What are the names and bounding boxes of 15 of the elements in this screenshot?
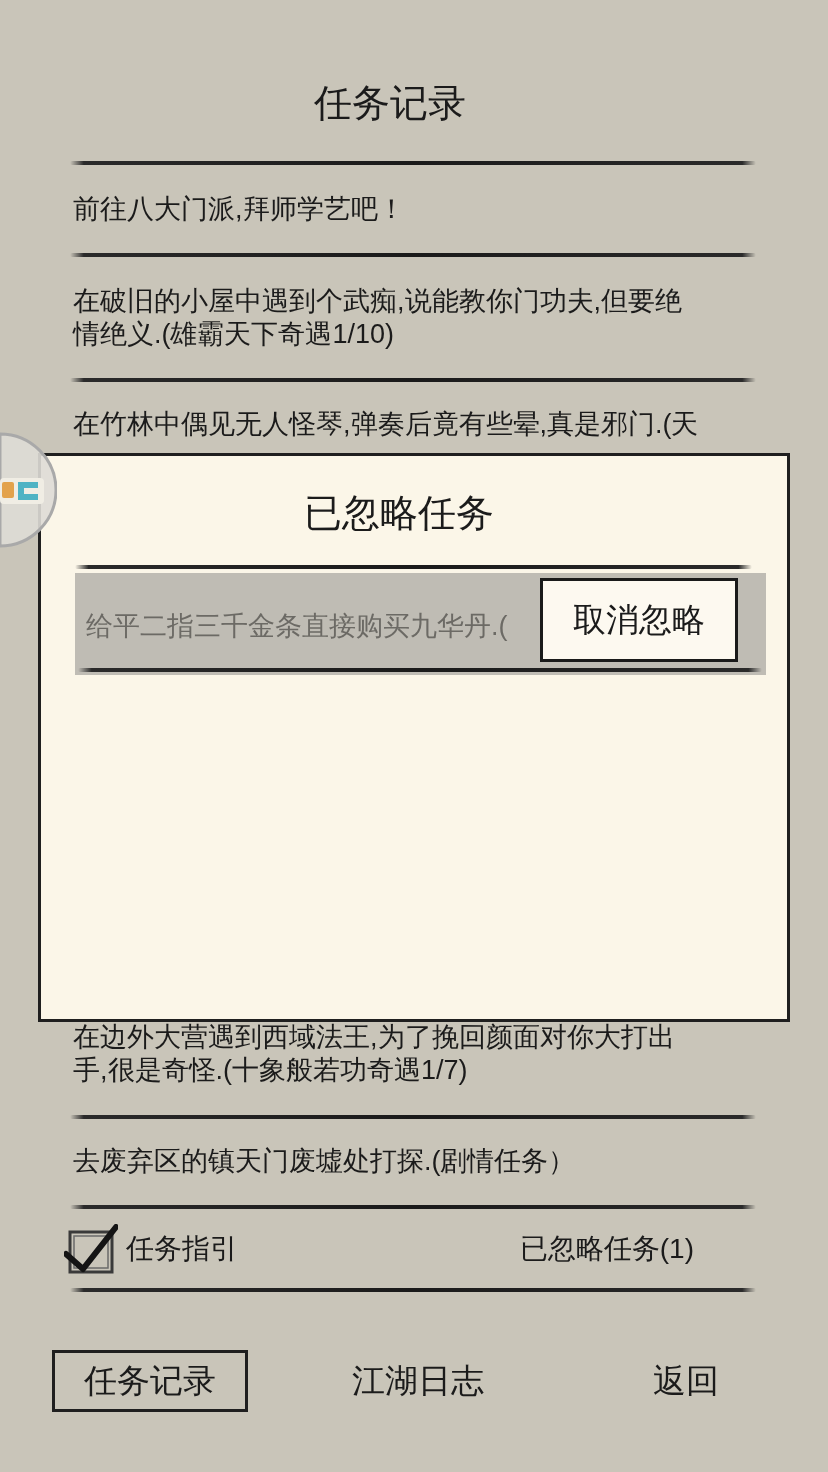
dialog-title: 已忽略任务	[302, 491, 495, 536]
ignored-tasks-link[interactable]: 已忽略任务(1)	[519, 1227, 694, 1270]
task-text[interactable]: 在边外大营遇到西域法王,为了挽回颜面对你大打出手,很是奇怪.(十象般若功奇遇1/7)	[70, 1021, 703, 1087]
page-title: 任务记录	[313, 81, 467, 126]
nav-tab[interactable]: 江湖日志	[320, 1350, 516, 1412]
unignore-button[interactable]: 取消忽略	[540, 578, 738, 662]
guide-label: 任务指引	[126, 1231, 238, 1266]
task-text[interactable]: 去废弃区的镇天门废墟处打探.(剧情任务）	[70, 1145, 703, 1178]
guide-checkbox[interactable]	[64, 1223, 118, 1274]
task-text[interactable]: 前往八大门派,拜师学艺吧！	[70, 193, 703, 226]
ignored-task-text: 给平二指三千金条直接购买九华丹.(	[85, 610, 508, 643]
task-text[interactable]: 在竹林中偶见无人怪琴,弹奏后竟有些晕,真是邪门.(天	[70, 408, 703, 441]
nav-tab[interactable]: 返回	[621, 1350, 751, 1412]
task-text[interactable]: 在破旧的小屋中遇到个武痴,说能教你门功夫,但要绝情绝义.(雄霸天下奇遇1/10)	[70, 285, 703, 351]
nav-tab[interactable]: 任务记录	[52, 1350, 248, 1412]
